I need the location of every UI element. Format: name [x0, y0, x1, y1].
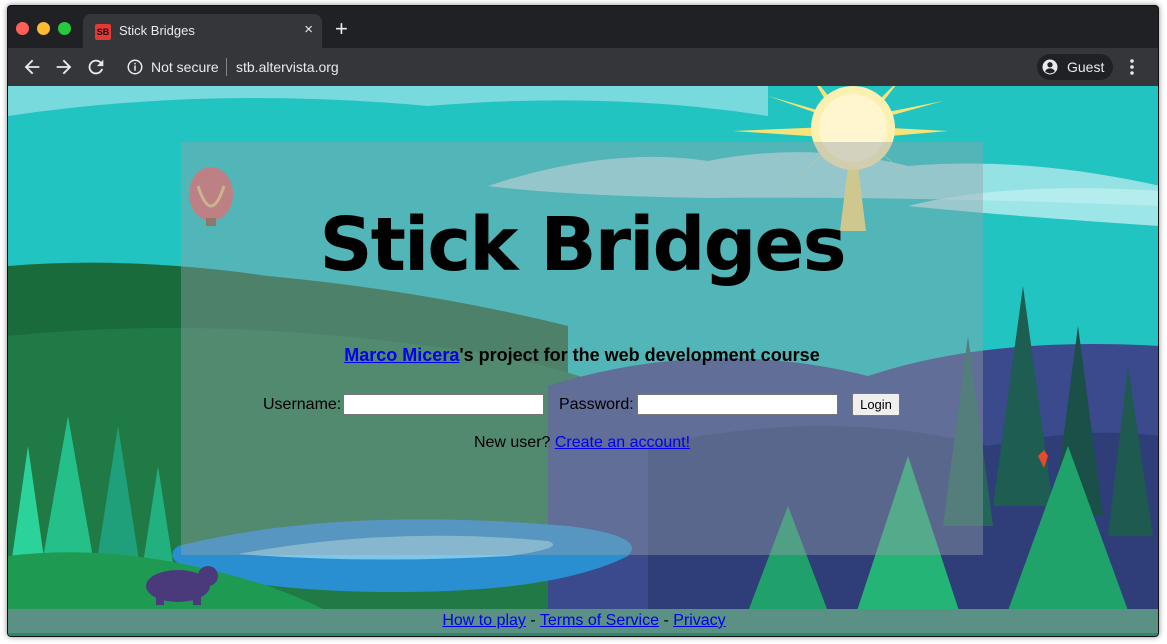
minimize-window-button[interactable]	[37, 22, 50, 35]
profile-label: Guest	[1067, 59, 1105, 75]
tab-title: Stick Bridges	[119, 23, 195, 38]
info-icon[interactable]	[126, 58, 144, 76]
tab-strip: SB Stick Bridges × +	[8, 6, 1158, 48]
signup-prompt-text: New user?	[473, 434, 555, 451]
reload-icon[interactable]	[85, 56, 107, 78]
password-input[interactable]	[637, 394, 838, 415]
page-title: Stick Bridges	[319, 202, 846, 288]
new-tab-button[interactable]: +	[335, 18, 348, 40]
back-arrow-icon[interactable]	[21, 56, 43, 78]
content-panel: Stick Bridges Marco Micera's project for…	[181, 142, 983, 555]
tab-close-icon[interactable]: ×	[304, 20, 313, 40]
page-subtitle: Marco Micera's project for the web devel…	[181, 345, 983, 366]
create-account-link[interactable]: Create an account!	[555, 434, 690, 451]
maximize-window-button[interactable]	[58, 22, 71, 35]
profile-button[interactable]: Guest	[1037, 54, 1113, 80]
footer-separator: -	[659, 612, 674, 629]
username-label: Username:	[263, 396, 342, 413]
privacy-link[interactable]: Privacy	[673, 612, 725, 629]
footer-separator: -	[525, 612, 540, 629]
subtitle-text: 's project for the web development cours…	[459, 345, 820, 365]
username-input[interactable]	[343, 394, 544, 415]
login-form: Username: Password: Login	[181, 392, 983, 418]
security-status[interactable]: Not secure	[151, 59, 219, 75]
browser-window: SB Stick Bridges × + Not secure stb.alte…	[7, 5, 1159, 637]
login-button[interactable]: Login	[852, 393, 900, 416]
close-window-button[interactable]	[16, 22, 29, 35]
terms-link[interactable]: Terms of Service	[540, 612, 659, 629]
author-link[interactable]: Marco Micera	[344, 345, 459, 365]
page-footer: How to play - Terms of Service - Privacy	[8, 609, 1158, 633]
tab-stick-bridges[interactable]: SB Stick Bridges ×	[83, 14, 322, 48]
page-viewport: Stick Bridges Marco Micera's project for…	[8, 86, 1158, 636]
signup-prompt: New user? Create an account!	[181, 434, 983, 452]
account-circle-icon	[1041, 58, 1059, 76]
forward-arrow-icon[interactable]	[53, 56, 75, 78]
browser-toolbar: Not secure stb.altervista.org Guest	[8, 48, 1158, 86]
omnibox-divider	[226, 58, 227, 76]
address-bar-url[interactable]: stb.altervista.org	[236, 59, 339, 75]
kebab-menu-icon[interactable]	[1125, 57, 1139, 77]
site-favicon-icon: SB	[95, 24, 111, 40]
how-to-play-link[interactable]: How to play	[442, 612, 526, 629]
password-label: Password:	[559, 396, 634, 413]
